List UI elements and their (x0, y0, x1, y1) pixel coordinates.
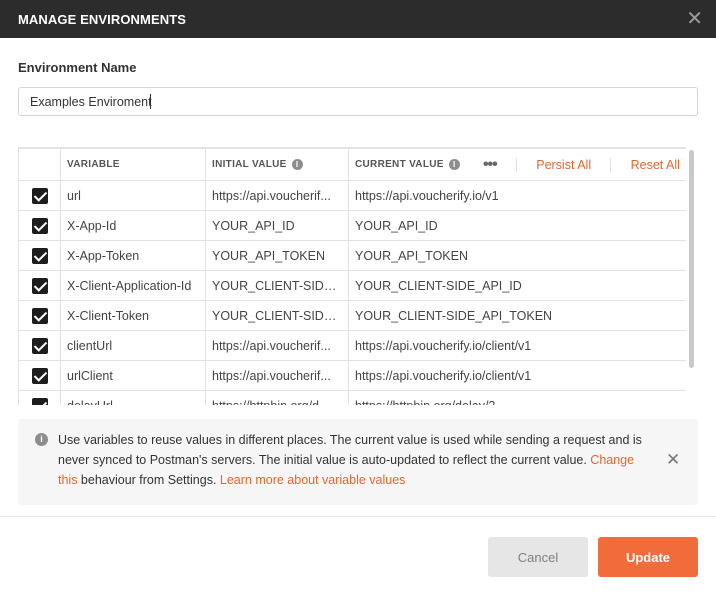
table-row: X-App-Token YOUR_API_TOKEN YOUR_API_TOKEN (18, 240, 686, 271)
checkbox-checked-icon[interactable] (31, 337, 48, 354)
modal-title: MANAGE ENVIRONMENTS (18, 11, 187, 27)
info-icon[interactable]: i (291, 158, 303, 170)
checkbox-checked-icon[interactable] (31, 277, 48, 294)
dismiss-notice-icon[interactable]: ✕ (666, 450, 680, 470)
table-row: X-App-Id YOUR_API_ID YOUR_API_ID (18, 210, 686, 241)
table-row: X-Client-Token YOUR_CLIENT-SIDE_... YOUR_C… (18, 300, 686, 331)
variable-cell[interactable]: delayUrl (60, 390, 206, 405)
variable-cell[interactable]: X-App-Token (60, 240, 206, 271)
row-checkbox-cell (18, 300, 61, 331)
checkbox-checked-icon[interactable] (31, 307, 48, 324)
persist-all-button[interactable]: Persist All (536, 158, 591, 172)
table-row: X-Client-Application-Id YOUR_CLIENT-SIDE_… (18, 270, 686, 301)
initial-value-cell[interactable]: https://api.voucherif... (205, 360, 349, 391)
divider (516, 157, 517, 172)
divider (610, 157, 612, 172)
row-checkbox-cell (18, 180, 61, 211)
learn-more-link[interactable]: Learn more about variable values (220, 473, 406, 487)
update-button[interactable]: Update (598, 537, 698, 577)
variable-cell[interactable]: clientUrl (60, 330, 206, 361)
variable-cell[interactable]: X-App-Id (60, 210, 206, 241)
table-scrollbar[interactable] (689, 150, 694, 368)
row-checkbox-cell (18, 270, 61, 301)
header-variable-label: VARIABLE (67, 159, 120, 170)
table-row: url https://api.voucherif... https://api.v… (18, 180, 686, 211)
variable-cell[interactable]: X-Client-Application-Id (60, 270, 206, 301)
current-value-cell[interactable]: YOUR_CLIENT-SIDE_API_ID (348, 270, 686, 301)
checkbox-checked-icon[interactable] (31, 217, 48, 234)
current-value-cell[interactable]: https://httpbin.org/delay/2 (348, 390, 686, 405)
cancel-button[interactable]: Cancel (488, 537, 588, 577)
environment-name-input[interactable] (18, 87, 698, 116)
table-header-row: VARIABLE INITIAL VALUE i CURRENT VALUE i •… (18, 148, 686, 181)
table-row: delayUrlhttps://httpbin.org/d...https://… (18, 390, 686, 405)
reset-all-button[interactable]: Reset All (631, 158, 680, 172)
variables-table: VARIABLE INITIAL VALUE i CURRENT VALUE i •… (18, 147, 686, 405)
notice-text-part: Use variables to reuse values in differe… (58, 433, 642, 467)
checkbox-checked-icon[interactable] (31, 397, 48, 405)
current-value-cell[interactable]: YOUR_API_ID (348, 210, 686, 241)
current-value-cell[interactable]: https://api.voucherify.io/client/v1 (348, 360, 686, 391)
row-checkbox-cell (18, 210, 61, 241)
variable-cell[interactable]: X-Client-Token (60, 300, 206, 331)
checkbox-checked-icon[interactable] (31, 367, 48, 384)
initial-value-cell[interactable]: YOUR_CLIENT-SIDE_... (205, 300, 349, 331)
row-checkbox-cell (18, 330, 61, 361)
row-checkbox-cell (18, 240, 61, 271)
info-icon[interactable]: i (448, 158, 460, 170)
checkbox-checked-icon[interactable] (31, 247, 48, 264)
modal-header: MANAGE ENVIRONMENTS ✕ (0, 0, 716, 38)
text-caret (150, 94, 151, 109)
row-checkbox-cell (18, 390, 61, 405)
initial-value-cell[interactable]: https://api.voucherif... (205, 330, 349, 361)
info-notice: i Use variables to reuse values in diffe… (18, 419, 698, 505)
environment-name-label: Environment Name (18, 60, 137, 75)
current-value-cell[interactable]: YOUR_CLIENT-SIDE_API_TOKEN (348, 300, 686, 331)
initial-value-cell[interactable]: https://httpbin.org/d... (205, 390, 349, 405)
row-checkbox-cell (18, 360, 61, 391)
header-checkbox-cell (18, 148, 61, 181)
footer-divider (0, 516, 716, 517)
variable-cell[interactable]: url (60, 180, 206, 211)
header-variable: VARIABLE (60, 148, 206, 181)
notice-text: Use variables to reuse values in differe… (58, 430, 648, 490)
checkbox-checked-icon[interactable] (31, 187, 48, 204)
initial-value-cell[interactable]: YOUR_API_ID (205, 210, 349, 241)
initial-value-cell[interactable]: https://api.voucherif... (205, 180, 349, 211)
current-value-cell[interactable]: YOUR_API_TOKEN (348, 240, 686, 271)
header-current-label: CURRENT VALUE (355, 159, 444, 171)
close-icon[interactable]: ✕ (686, 9, 703, 29)
variable-cell[interactable]: urlClient (60, 360, 206, 391)
initial-value-cell[interactable]: YOUR_CLIENT-SIDE_... (205, 270, 349, 301)
header-initial-value: INITIAL VALUE i (205, 148, 349, 181)
more-options-icon[interactable]: ••• (483, 156, 498, 174)
info-icon: i (35, 433, 48, 446)
current-value-cell[interactable]: https://api.voucherify.io/client/v1 (348, 330, 686, 361)
table-row: urlClient https://api.voucherif... https:/… (18, 360, 686, 391)
initial-value-cell[interactable]: YOUR_API_TOKEN (205, 240, 349, 271)
table-row: clientUrl https://api.voucherif... https:/… (18, 330, 686, 361)
current-value-cell[interactable]: https://api.voucherify.io/v1 (348, 180, 686, 211)
header-initial-label: INITIAL VALUE (212, 159, 287, 171)
notice-text-part: behaviour from Settings. (77, 473, 220, 487)
header-current-value: CURRENT VALUE i ••• Persist All Reset All (348, 148, 686, 181)
